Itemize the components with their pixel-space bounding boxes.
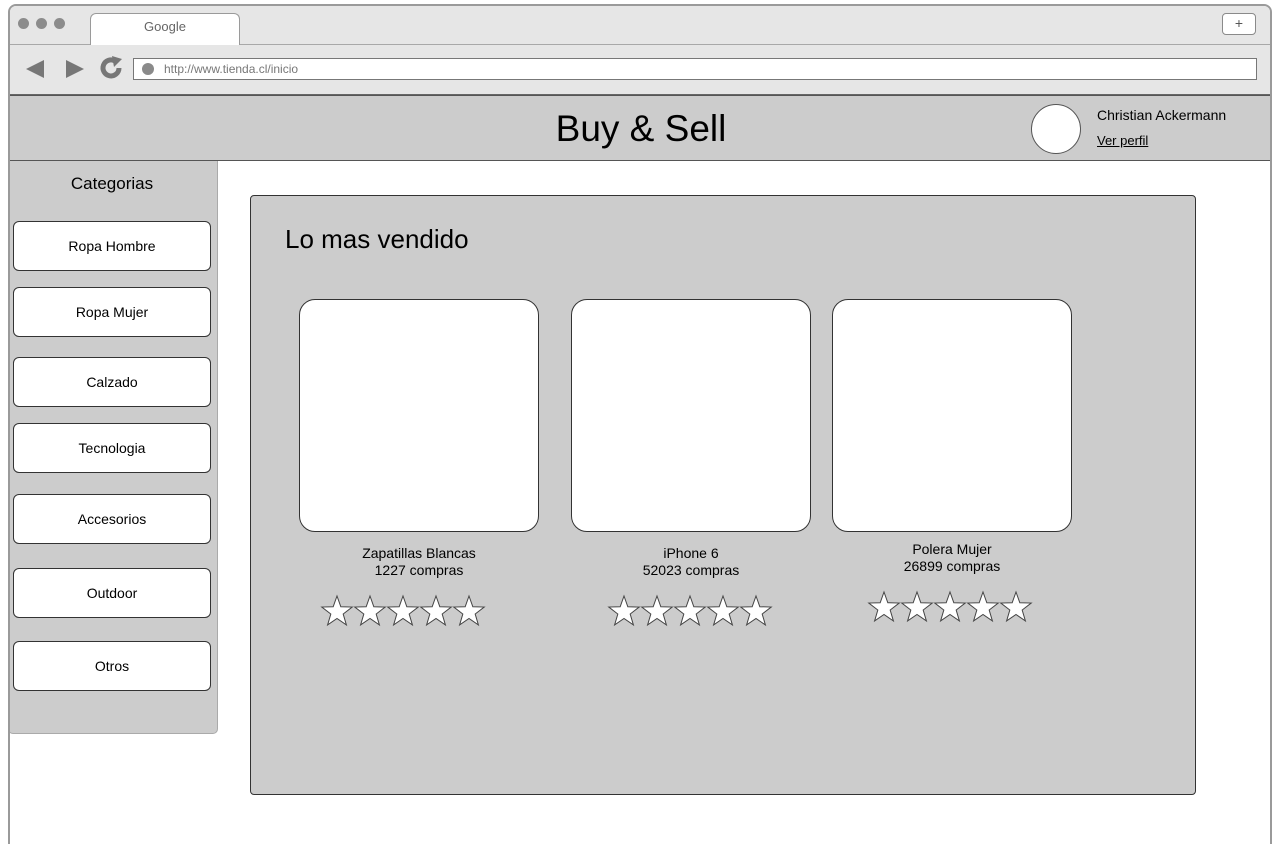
category-tecnologia-button[interactable]: Tecnologia xyxy=(13,423,211,473)
product-image-placeholder[interactable] xyxy=(832,299,1072,532)
product-image-placeholder[interactable] xyxy=(299,299,539,532)
star-outline-icon[interactable] xyxy=(673,594,707,628)
browser-window: Google + http://www.tienda.cl/inicio Buy… xyxy=(8,4,1272,844)
back-arrow-icon[interactable] xyxy=(24,58,46,84)
product-purchase-count: 1227 compras xyxy=(374,562,464,578)
product-name[interactable]: Polera Mujer xyxy=(832,541,1072,557)
best-sellers-title: Lo mas vendido xyxy=(285,224,469,254)
product-rating[interactable] xyxy=(867,590,1037,624)
new-tab-button[interactable]: + xyxy=(1222,13,1256,35)
star-outline-icon[interactable] xyxy=(933,590,967,624)
address-bar[interactable]: http://www.tienda.cl/inicio xyxy=(133,58,1257,80)
product-rating[interactable] xyxy=(320,594,490,628)
user-name: Christian Ackermann xyxy=(1097,107,1227,123)
product-name[interactable]: Zapatillas Blancas xyxy=(299,545,539,561)
star-outline-icon[interactable] xyxy=(867,590,901,624)
navigation-bar: http://www.tienda.cl/inicio xyxy=(10,45,1270,95)
window-minimize-icon[interactable] xyxy=(36,18,47,29)
product-purchase-count: 26899 compras xyxy=(903,558,1001,574)
category-ropa-hombre-button[interactable]: Ropa Hombre xyxy=(13,221,211,271)
category-calzado-button[interactable]: Calzado xyxy=(13,357,211,407)
browser-tab[interactable]: Google xyxy=(90,13,240,45)
star-outline-icon[interactable] xyxy=(999,590,1033,624)
star-outline-icon[interactable] xyxy=(386,594,420,628)
url-text: http://www.tienda.cl/inicio xyxy=(164,62,299,76)
view-profile-link[interactable]: Ver perfil xyxy=(1097,133,1148,148)
star-outline-icon[interactable] xyxy=(706,594,740,628)
category-otros-button[interactable]: Otros xyxy=(13,641,211,691)
best-sellers-panel: Lo mas vendido Zapatillas Blancas 1227 c… xyxy=(250,195,1196,795)
sidebar-title: Categorias xyxy=(70,174,154,193)
category-accesorios-button[interactable]: Accesorios xyxy=(13,494,211,544)
star-outline-icon[interactable] xyxy=(607,594,641,628)
star-outline-icon[interactable] xyxy=(640,594,674,628)
categories-sidebar: Categorias Ropa Hombre Ropa Mujer Calzad… xyxy=(10,161,218,734)
tab-bar: Google + xyxy=(10,6,1270,45)
window-maximize-icon[interactable] xyxy=(54,18,65,29)
site-header: Buy & Sell Christian Ackermann Ver perfi… xyxy=(10,95,1270,161)
star-outline-icon[interactable] xyxy=(966,590,1000,624)
star-outline-icon[interactable] xyxy=(739,594,773,628)
product-name[interactable]: iPhone 6 xyxy=(571,545,811,561)
product-image-placeholder[interactable] xyxy=(571,299,811,532)
star-outline-icon[interactable] xyxy=(452,594,486,628)
category-outdoor-button[interactable]: Outdoor xyxy=(13,568,211,618)
star-outline-icon[interactable] xyxy=(900,590,934,624)
reload-icon[interactable] xyxy=(98,55,124,85)
star-outline-icon[interactable] xyxy=(353,594,387,628)
site-brand[interactable]: Buy & Sell xyxy=(10,108,1270,150)
category-ropa-mujer-button[interactable]: Ropa Mujer xyxy=(13,287,211,337)
site-info-icon xyxy=(142,63,154,75)
forward-arrow-icon[interactable] xyxy=(64,58,86,84)
product-rating[interactable] xyxy=(607,594,777,628)
avatar[interactable] xyxy=(1031,104,1081,154)
star-outline-icon[interactable] xyxy=(320,594,354,628)
product-purchase-count: 52023 compras xyxy=(642,562,740,578)
star-outline-icon[interactable] xyxy=(419,594,453,628)
window-close-icon[interactable] xyxy=(18,18,29,29)
